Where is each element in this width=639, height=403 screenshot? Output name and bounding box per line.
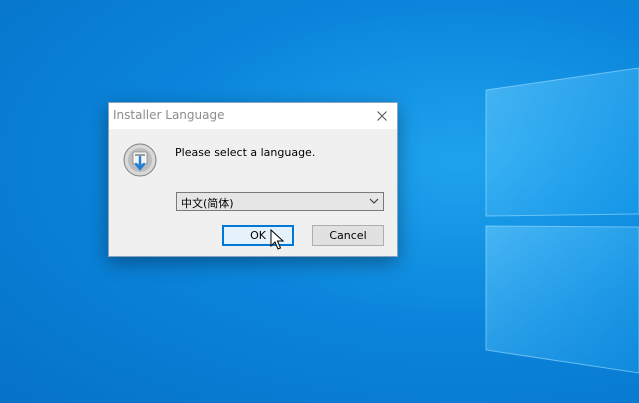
installer-icon	[123, 143, 157, 177]
language-prompt: Please select a language.	[175, 146, 316, 159]
dialog-title: Installer Language	[113, 108, 225, 122]
dialog-titlebar[interactable]: Installer Language	[109, 103, 397, 129]
language-select[interactable]: 中文(简体)	[176, 192, 384, 211]
chevron-down-icon	[369, 198, 379, 204]
mouse-cursor	[270, 229, 285, 250]
close-button[interactable]	[367, 103, 397, 129]
language-select-value: 中文(简体)	[181, 197, 234, 210]
close-icon	[377, 111, 387, 121]
installer-language-dialog: Installer Language Please select a langu…	[108, 102, 398, 257]
cancel-button[interactable]: Cancel	[312, 225, 384, 246]
